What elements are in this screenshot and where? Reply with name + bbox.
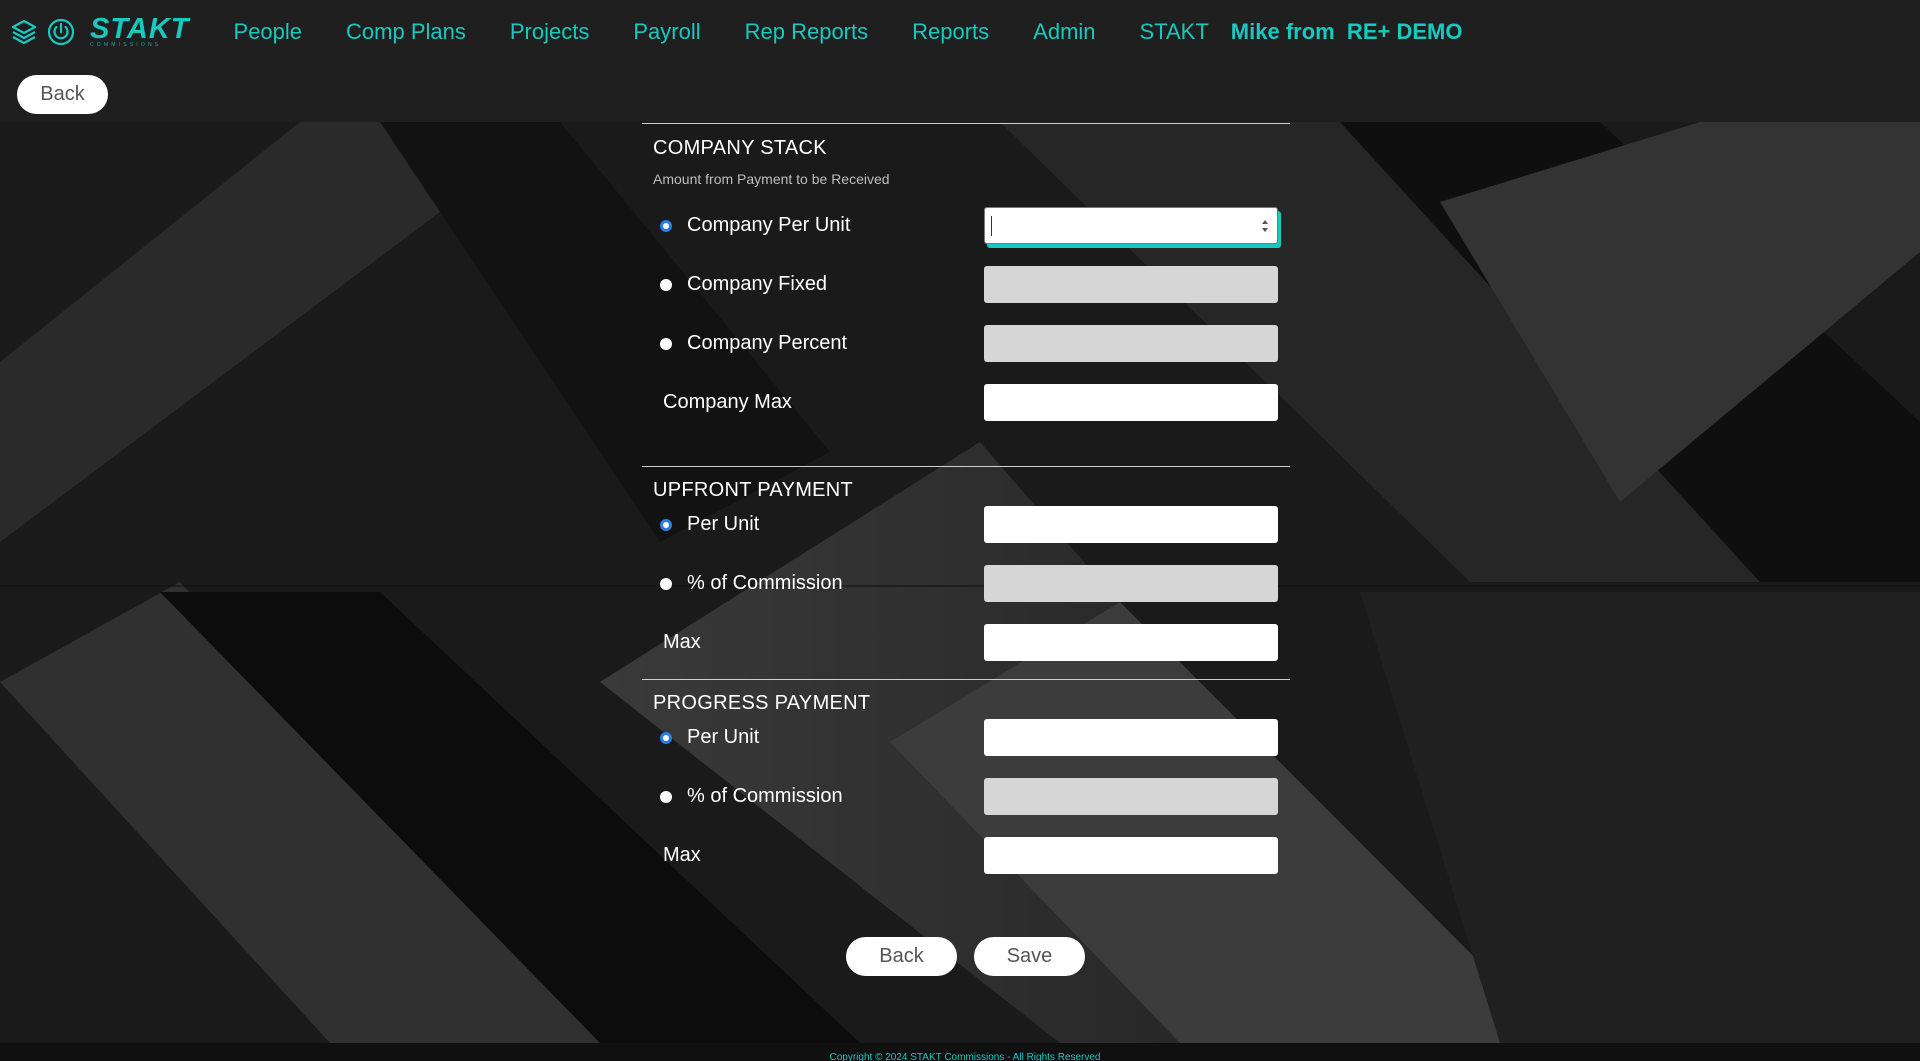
upfront-payment-section: UPFRONT PAYMENT Per Unit % of Commission…	[642, 466, 1290, 679]
company-per-unit-input[interactable]	[984, 207, 1278, 244]
company-percent-input[interactable]	[984, 325, 1278, 362]
payment-form: COMPANY STACK Amount from Payment to be …	[642, 123, 1290, 900]
page: STAKT COMMISSIONS People Comp Plans Proj…	[0, 0, 1920, 1061]
nav-reports[interactable]: Reports	[912, 19, 989, 45]
top-nav: STAKT COMMISSIONS People Comp Plans Proj…	[0, 0, 1920, 64]
company-max-row: Company Max	[642, 377, 1290, 436]
progress-max-input[interactable]	[984, 837, 1278, 874]
company-fixed-label: Company Fixed	[687, 273, 828, 295]
company-percent-row: Company Percent	[642, 318, 1290, 377]
section-title: COMPANY STACK	[653, 137, 827, 159]
progress-commission-radio[interactable]	[660, 791, 672, 803]
progress-commission-input[interactable]	[984, 778, 1278, 815]
nav-people[interactable]: People	[234, 19, 303, 45]
upfront-per-unit-row: Per Unit	[642, 505, 1290, 564]
company-per-unit-radio[interactable]	[660, 220, 672, 232]
upfront-commission-label: % of Commission	[687, 572, 843, 594]
section-title: PROGRESS PAYMENT	[653, 692, 871, 714]
upfront-commission-radio[interactable]	[660, 578, 672, 590]
number-spinner-icon[interactable]	[1260, 216, 1270, 236]
company-fixed-row: Company Fixed	[642, 259, 1290, 318]
section-title: UPFRONT PAYMENT	[653, 479, 854, 501]
company-per-unit-row: Company Per Unit	[642, 200, 1290, 259]
progress-commission-label: % of Commission	[687, 785, 843, 807]
upfront-per-unit-label: Per Unit	[687, 513, 760, 535]
nav-payroll[interactable]: Payroll	[633, 19, 700, 45]
upfront-per-unit-input[interactable]	[984, 506, 1278, 543]
company-percent-label: Company Percent	[687, 332, 848, 354]
progress-payment-section: PROGRESS PAYMENT Per Unit % of Commissio…	[642, 679, 1290, 900]
progress-max-row: Max	[642, 836, 1290, 895]
progress-per-unit-row: Per Unit	[642, 718, 1290, 777]
brand-logo[interactable]: STAKT COMMISSIONS	[90, 13, 190, 49]
upfront-max-input[interactable]	[984, 624, 1278, 661]
upfront-commission-input[interactable]	[984, 565, 1278, 602]
upfront-commission-row: % of Commission	[642, 564, 1290, 623]
user-label[interactable]: Mike from RE+ DEMO	[1231, 19, 1463, 45]
upfront-max-row: Max	[642, 623, 1290, 682]
upfront-max-label: Max	[663, 631, 701, 653]
brand-subtitle: COMMISSIONS	[90, 42, 162, 48]
company-max-input[interactable]	[984, 384, 1278, 421]
section-subtitle: Amount from Payment to be Received	[653, 171, 890, 187]
power-icon[interactable]	[46, 17, 76, 47]
company-per-unit-label: Company Per Unit	[687, 214, 851, 236]
top-back-button[interactable]: Back	[17, 75, 108, 114]
brand-name: STAKT	[90, 13, 190, 45]
progress-commission-row: % of Commission	[642, 777, 1290, 836]
back-button[interactable]: Back	[846, 937, 957, 976]
sub-bar	[0, 64, 1920, 122]
progress-per-unit-input[interactable]	[984, 719, 1278, 756]
nav-projects[interactable]: Projects	[510, 19, 589, 45]
text-caret	[991, 216, 992, 236]
company-max-label: Company Max	[663, 391, 792, 413]
footer-copyright: Copyright © 2024 STAKT Commissions - All…	[829, 1052, 1101, 1061]
logo-icons	[10, 17, 84, 47]
nav-rep-reports[interactable]: Rep Reports	[745, 19, 869, 45]
progress-per-unit-label: Per Unit	[687, 726, 760, 748]
layers-icon[interactable]	[10, 18, 38, 46]
upfront-per-unit-radio[interactable]	[660, 519, 672, 531]
company-fixed-radio[interactable]	[660, 279, 672, 291]
nav-stakt[interactable]: STAKT	[1140, 19, 1209, 45]
save-button[interactable]: Save	[974, 937, 1085, 976]
company-percent-radio[interactable]	[660, 338, 672, 350]
progress-max-label: Max	[663, 844, 701, 866]
nav-comp-plans[interactable]: Comp Plans	[346, 19, 466, 45]
progress-per-unit-radio[interactable]	[660, 732, 672, 744]
company-fixed-input[interactable]	[984, 266, 1278, 303]
nav-admin[interactable]: Admin	[1033, 19, 1095, 45]
company-stack-section: COMPANY STACK Amount from Payment to be …	[642, 123, 1290, 466]
